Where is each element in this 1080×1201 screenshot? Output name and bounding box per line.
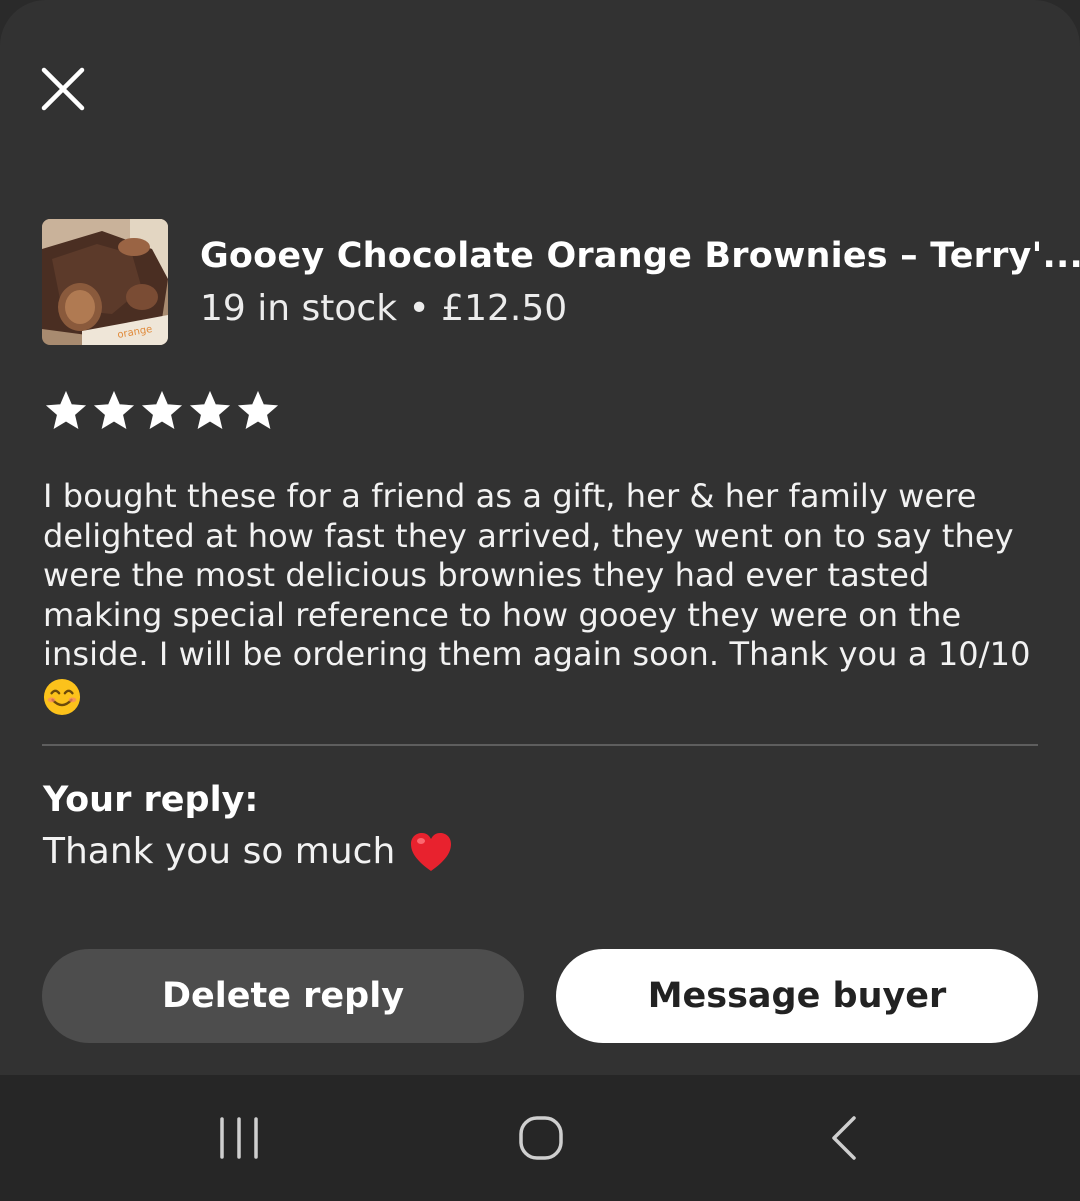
product-stock-price: 19 in stock • £12.50	[200, 288, 568, 329]
reply-text-row: Thank you so much	[43, 830, 453, 874]
reply-text: Thank you so much	[43, 831, 396, 872]
smiling-face-emoji	[43, 678, 81, 715]
recent-apps-button[interactable]	[204, 1103, 274, 1173]
star-icon	[237, 390, 279, 430]
system-navigation-bar	[0, 1075, 1080, 1201]
divider	[42, 744, 1038, 746]
home-icon	[519, 1116, 563, 1160]
back-button[interactable]	[809, 1103, 879, 1173]
back-icon	[832, 1116, 856, 1160]
star-icon	[93, 390, 135, 430]
star-icon	[45, 390, 87, 430]
home-button[interactable]	[506, 1103, 576, 1173]
review-sheet: orange Gooey Chocolate Orange Brownies –…	[0, 0, 1080, 1075]
product-image: orange	[42, 219, 168, 345]
star-icon	[189, 390, 231, 430]
delete-reply-button[interactable]: Delete reply	[42, 949, 524, 1043]
close-button[interactable]	[36, 62, 90, 116]
reply-label: Your reply:	[43, 780, 259, 820]
product-thumbnail[interactable]: orange	[42, 219, 168, 345]
recent-apps-icon	[220, 1117, 258, 1159]
product-title[interactable]: Gooey Chocolate Orange Brownies – Terry'…	[200, 234, 1080, 278]
review-text: I bought these for a friend as a gift, h…	[43, 477, 1031, 673]
review-text-block: I bought these for a friend as a gift, h…	[43, 477, 1043, 716]
star-rating	[44, 389, 280, 433]
close-icon	[41, 67, 85, 111]
message-buyer-button[interactable]: Message buyer	[556, 949, 1038, 1043]
star-icon	[141, 390, 183, 430]
red-heart-emoji	[411, 833, 452, 871]
